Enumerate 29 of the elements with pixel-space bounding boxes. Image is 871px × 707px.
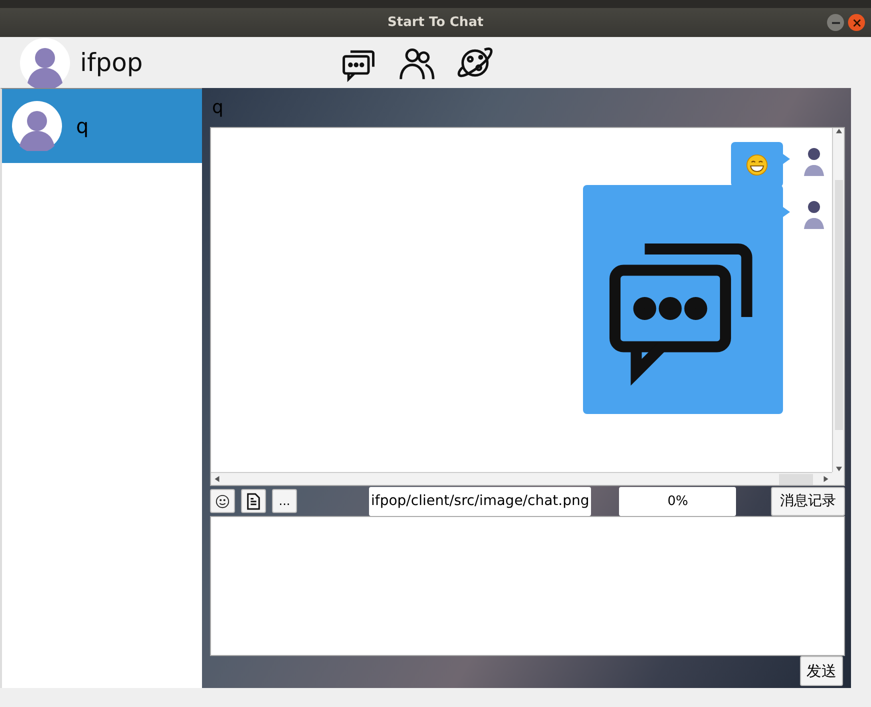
up-arrow-icon[interactable] <box>836 128 842 134</box>
right-arrow-icon[interactable] <box>823 476 829 482</box>
more-button[interactable]: ... <box>272 489 297 513</box>
left-arrow-icon[interactable] <box>214 476 220 482</box>
contact-name: q <box>76 114 89 138</box>
file-button[interactable] <box>241 489 266 513</box>
emoji-button[interactable] <box>210 489 235 513</box>
vertical-scrollbar[interactable] <box>832 128 844 472</box>
window-title: Start To Chat <box>388 15 484 30</box>
message-input[interactable] <box>210 516 845 656</box>
progress-reading: 0% <box>667 494 688 508</box>
close-icon <box>852 18 860 26</box>
send-button[interactable]: 发送 <box>800 656 843 686</box>
down-arrow-icon[interactable] <box>836 466 842 472</box>
horizontal-scrollbar[interactable] <box>211 472 832 485</box>
history-button[interactable]: 消息记录 <box>771 486 845 516</box>
avatar <box>12 101 62 151</box>
contact-item[interactable]: q <box>2 89 202 163</box>
file-path-field[interactable]: ifpop/client/src/image/chat.png <box>369 486 592 516</box>
scroll-thumb[interactable] <box>834 180 842 430</box>
minimize-button[interactable] <box>827 14 844 31</box>
close-button[interactable] <box>848 14 865 31</box>
smiley-icon <box>215 494 230 508</box>
grin-emoji-icon <box>746 154 768 176</box>
chat-title: q <box>211 96 224 120</box>
minus-icon <box>832 22 840 24</box>
scroll-thumb[interactable] <box>779 474 813 484</box>
user-name: ifpop <box>80 48 144 77</box>
document-icon <box>246 492 261 510</box>
